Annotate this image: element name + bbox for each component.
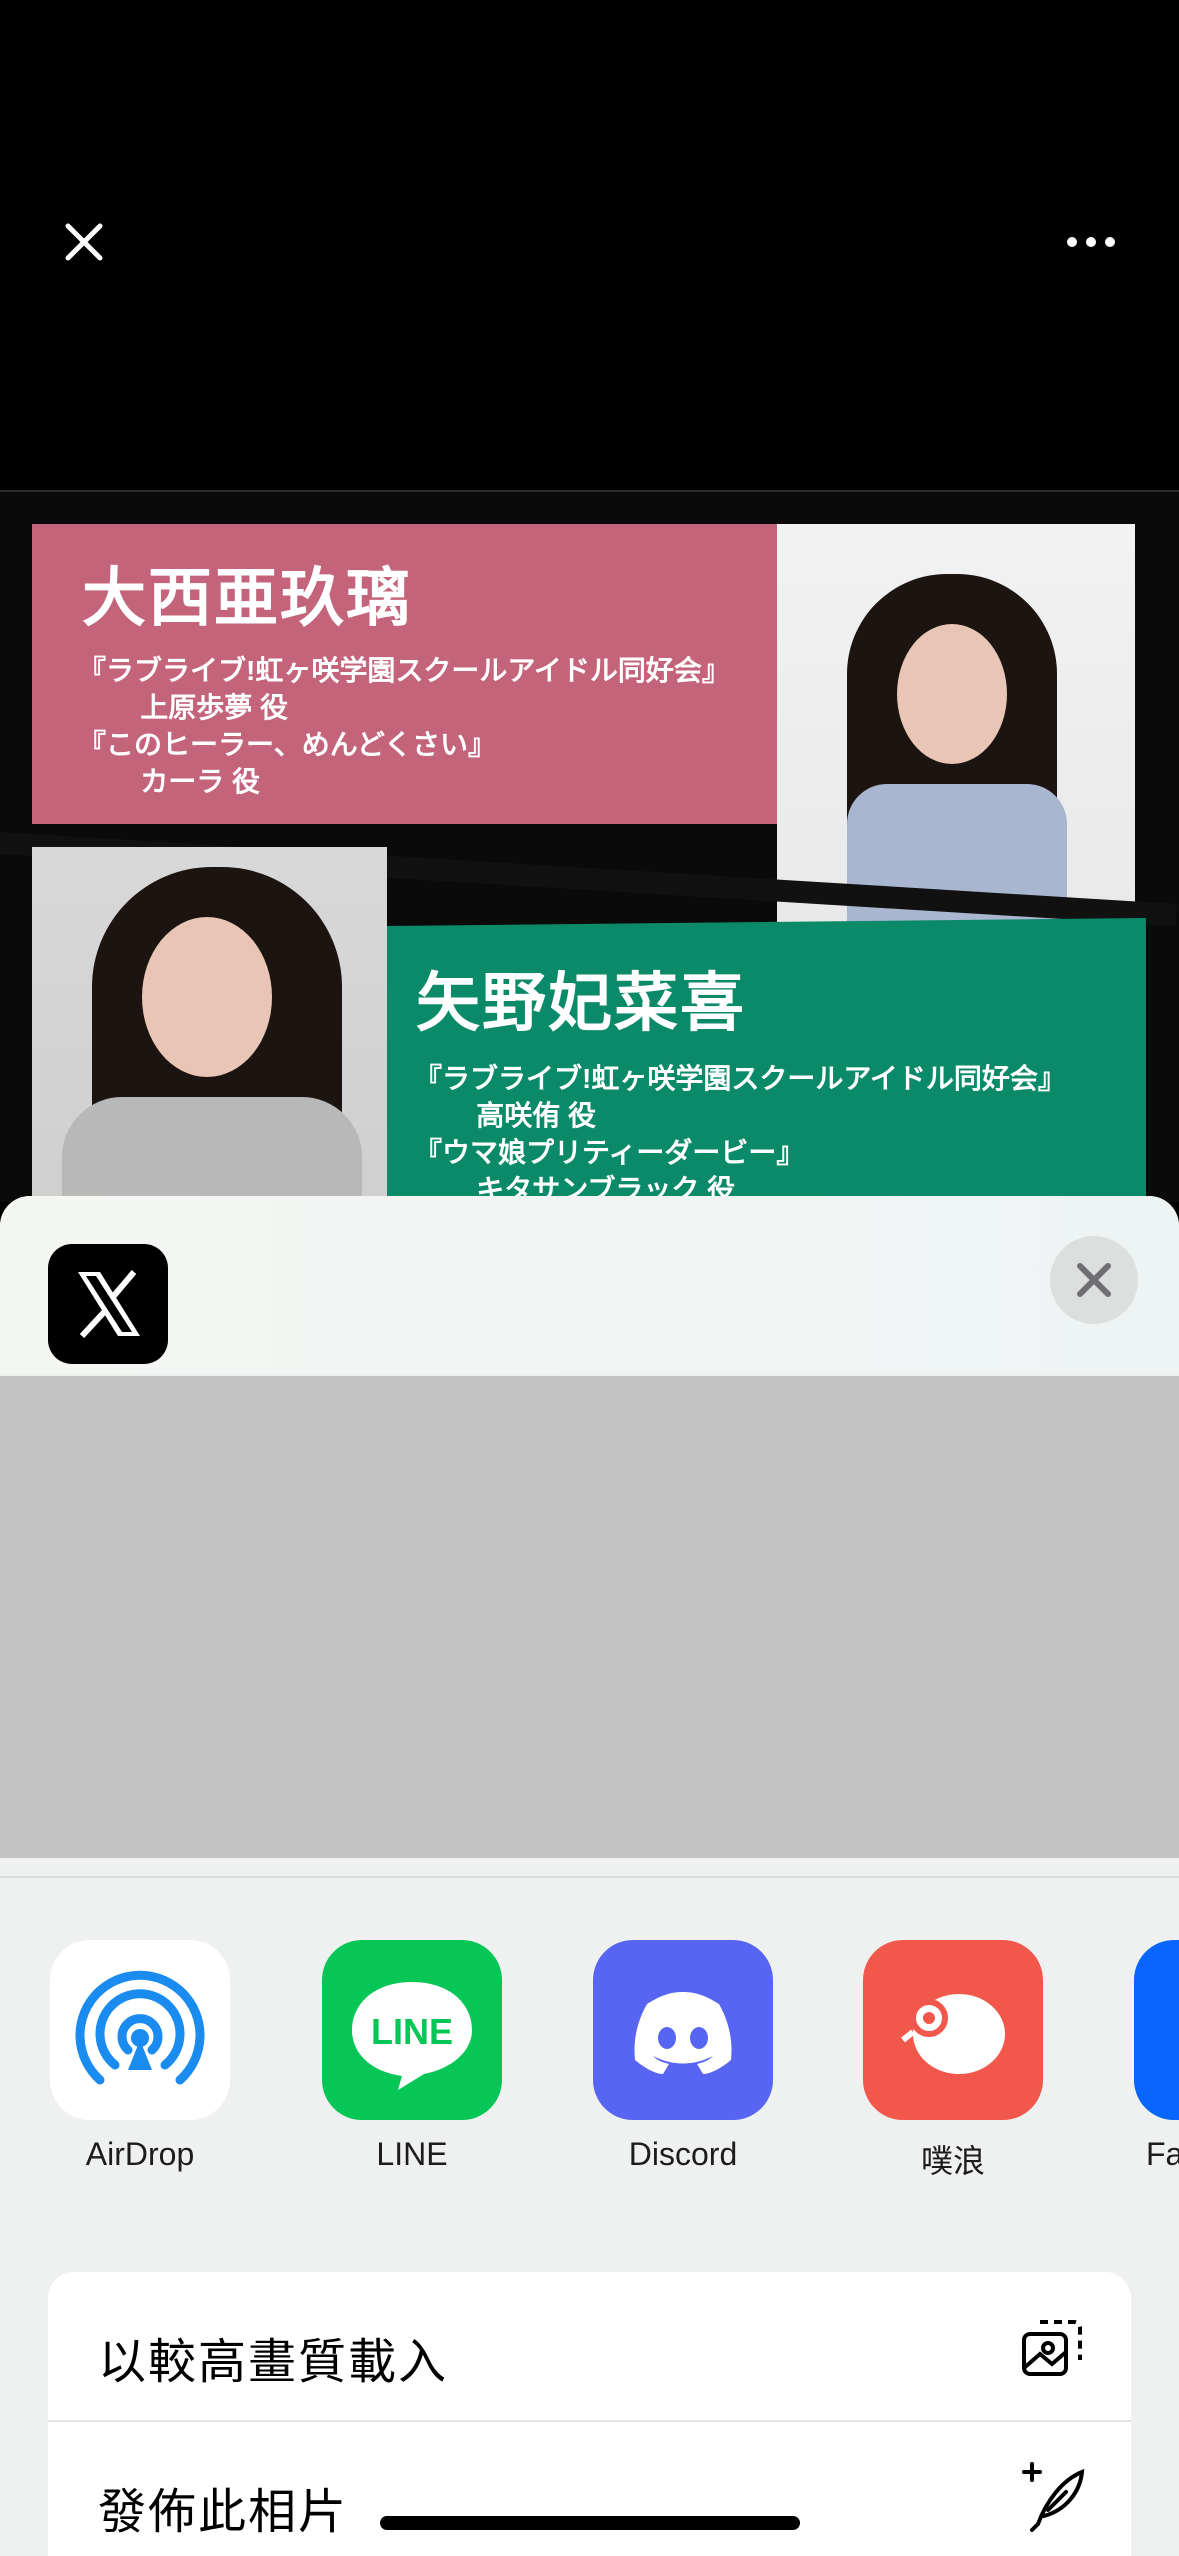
discord-icon xyxy=(593,1940,773,2120)
app-label: Fa xyxy=(1146,2136,1179,2172)
app-label: Discord xyxy=(628,2136,738,2172)
share-app-discord[interactable]: Discord xyxy=(593,1940,773,2173)
x-logo-icon xyxy=(48,1244,168,1364)
app-label: 噗浪 xyxy=(920,2143,985,2179)
ellipsis-icon[interactable] xyxy=(1066,222,1116,262)
divider xyxy=(0,1876,1179,1878)
person-roles-1: 『ラブライブ!虹ヶ咲学園スクールアイドル同好会』 上原歩夢 役 『このヒーラー、… xyxy=(78,655,730,797)
post-photo-button[interactable]: 發佈此相片 xyxy=(48,2422,1131,2556)
load-higher-quality-button[interactable]: 以較高畫質載入 xyxy=(48,2272,1131,2422)
share-sheet: AirDrop LINE LINE Discord 噗浪 Fa 以較高畫質載入 … xyxy=(0,1196,1179,2556)
home-indicator xyxy=(380,2516,800,2530)
share-apps-row: AirDrop LINE LINE Discord 噗浪 Fa xyxy=(0,1940,1179,2179)
photo-image[interactable]: 大西亜玖璃 『ラブライブ!虹ヶ咲学園スクールアイドル同好会』 上原歩夢 役 『こ… xyxy=(0,490,1179,1202)
plurk-icon xyxy=(863,1940,1043,2120)
app-label: LINE xyxy=(376,2136,448,2172)
viewer-top-bar xyxy=(0,0,1179,490)
sheet-close-button[interactable] xyxy=(1050,1236,1138,1324)
close-icon[interactable] xyxy=(54,212,114,272)
svg-text:LINE: LINE xyxy=(371,2011,453,2052)
share-app-plurk[interactable]: 噗浪 xyxy=(863,1940,1043,2182)
person-name-2: 矢野妃菜喜 xyxy=(416,967,746,1039)
share-preview xyxy=(0,1376,1179,1858)
facebook-icon xyxy=(1134,1940,1179,2120)
person-name-1: 大西亜玖璃 xyxy=(82,562,412,634)
share-app-facebook[interactable]: Fa xyxy=(1134,1940,1179,2173)
close-icon xyxy=(1077,1263,1111,1297)
share-sheet-header xyxy=(0,1196,1179,1374)
portrait-2 xyxy=(32,847,387,1202)
person-roles-2: 『ラブライブ!虹ヶ咲学園スクールアイドル同好会』 高咲侑 役 『ウマ娘プリティー… xyxy=(414,1063,1066,1202)
line-icon: LINE xyxy=(322,1940,502,2120)
app-label: AirDrop xyxy=(85,2136,195,2172)
share-app-line[interactable]: LINE LINE xyxy=(322,1940,502,2173)
action-label: 發佈此相片 xyxy=(98,2486,349,2539)
action-label: 以較高畫質載入 xyxy=(98,2336,449,2389)
compose-feather-icon xyxy=(1018,2462,1088,2532)
hq-photo-icon xyxy=(1018,2312,1088,2382)
share-app-airdrop[interactable]: AirDrop xyxy=(50,1940,230,2173)
share-actions-list: 以較高畫質載入 發佈此相片 xyxy=(48,2272,1131,2556)
airdrop-icon xyxy=(50,1940,230,2120)
